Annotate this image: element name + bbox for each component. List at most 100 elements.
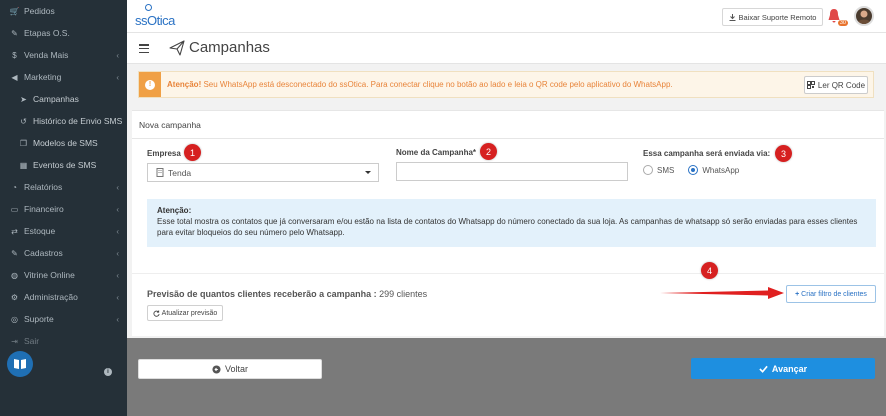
sidebar-item-label: Marketing — [24, 72, 62, 82]
send-via-label: Essa campanha será enviada via: — [643, 149, 771, 158]
sidebar-item-label: Administração — [24, 292, 78, 302]
divider — [132, 273, 884, 274]
read-qr-code-button[interactable]: Ler QR Code — [804, 76, 868, 94]
sidebar-item-etapas-o-s-[interactable]: ✎ Etapas O.S. — [0, 22, 127, 44]
page-header: Campanhas — [127, 33, 886, 64]
arrow-circle-left-icon — [212, 364, 221, 374]
next-button-label: Avançar — [771, 363, 808, 374]
sidebar-item-estoque[interactable]: ⇄ Estoque ‹ — [0, 220, 127, 242]
refresh-preview-button[interactable]: Atualizar previsão — [147, 305, 223, 321]
support-icon: ◎ — [11, 314, 18, 324]
chevron-left-icon: ‹ — [116, 292, 119, 302]
sidebar-item-label: Cadastros — [24, 248, 63, 258]
user-avatar[interactable] — [854, 6, 874, 26]
info-icon[interactable]: i — [104, 368, 112, 376]
paper-plane-icon: ➤ — [20, 94, 27, 104]
sidebar-item-marketing[interactable]: ◀ Marketing ‹ — [0, 66, 127, 88]
alert-message: Seu WhatsApp está desconectado do ssOtic… — [201, 80, 673, 89]
info-text: Esse total mostra os contatos que já con… — [157, 217, 858, 237]
sidebar-item-venda-mais[interactable]: $ Venda Mais ‹ — [0, 44, 127, 66]
sidebar-item-relat-rios[interactable]: ◔ Relatórios ‹ — [0, 176, 127, 198]
preview-label: Previsão de quantos clientes receberão a… — [147, 289, 377, 299]
globe-icon: ◍ — [11, 270, 18, 280]
card-title: Nova campanha — [139, 120, 201, 130]
create-client-filter-button[interactable]: + Criar filtro de clientes — [786, 285, 876, 303]
sidebar-item-administra-o[interactable]: ⚙ Administração ‹ — [0, 286, 127, 308]
sign-out-icon: ⇥ — [11, 336, 18, 346]
chevron-left-icon: ‹ — [116, 182, 119, 192]
app-logo[interactable]: ssOtica — [135, 13, 175, 28]
read-qr-code-label: Ler QR Code — [817, 80, 866, 90]
preview-value: 299 clientes — [376, 289, 428, 299]
cogs-icon: ⚙ — [10, 292, 19, 302]
calendar-icon: ▦ — [19, 160, 28, 170]
sidebar-menu: 🛒 Pedidos ✎ Etapas O.S. $ Venda Mais ‹ ◀ Marketi… — [0, 0, 127, 352]
chevron-left-icon: ‹ — [116, 50, 119, 60]
sidebar-item-label: Financeiro — [24, 204, 64, 214]
dollar-icon: $ — [12, 50, 17, 60]
preview-text: Previsão de quantos clientes receberão a… — [147, 289, 427, 299]
refresh-icon — [153, 309, 160, 317]
sms-radio-label: SMS — [657, 165, 675, 175]
red-arrow-annotation — [660, 287, 784, 299]
notifications-button[interactable]: 30 — [827, 8, 848, 26]
remote-support-button[interactable]: Baixar Suporte Remoto — [722, 8, 823, 26]
alert-icon-box: ! — [139, 72, 161, 97]
help-book-button[interactable] — [7, 351, 33, 377]
sidebar-item-label: Eventos de SMS — [33, 160, 97, 170]
whatsapp-alert: ! Atenção! Seu WhatsApp está desconectad… — [138, 71, 874, 98]
plus-icon: + — [795, 290, 800, 298]
remote-support-label: Baixar Suporte Remoto — [738, 12, 817, 22]
chevron-down-icon — [365, 171, 371, 174]
chevron-left-icon: ‹ — [116, 226, 119, 236]
sidebar-item-suporte[interactable]: ◎ Suporte ‹ — [0, 308, 127, 330]
download-icon — [729, 13, 736, 21]
chevron-left-icon: ‹ — [116, 72, 119, 82]
menu-toggle-icon[interactable] — [139, 44, 149, 54]
chevron-left-icon: ‹ — [116, 248, 119, 258]
campaign-name-input[interactable] — [396, 162, 628, 181]
pie-chart-icon: ◔ — [12, 182, 17, 192]
new-campaign-card: Nova campanha Empresa 1 Tenda Nome da Ca… — [132, 110, 884, 336]
sidebar-item-label: Suporte — [24, 314, 54, 324]
divider — [132, 138, 884, 139]
page-title: Campanhas — [189, 39, 270, 56]
backdrop — [127, 379, 886, 416]
sidebar-item-vitrine-online[interactable]: ◍ Vitrine Online ‹ — [0, 264, 127, 286]
sidebar-item-campanhas[interactable]: ➤ Campanhas — [0, 88, 127, 110]
sidebar-item-sair[interactable]: ⇥ Sair — [0, 330, 127, 352]
chevron-left-icon: ‹ — [116, 204, 119, 214]
sidebar-item-hist-rico-de-envio-sms[interactable]: ↺ Histórico de Envio SMS — [0, 110, 127, 132]
step-marker-3: 3 — [775, 145, 792, 162]
cart-icon: 🛒 — [9, 6, 20, 16]
sidebar-item-label: Vitrine Online — [24, 270, 75, 280]
sidebar-item-eventos-de-sms[interactable]: ▦ Eventos de SMS — [0, 154, 127, 176]
empresa-select[interactable]: Tenda — [147, 163, 379, 182]
empresa-value: Tenda — [168, 167, 192, 178]
sidebar-item-label: Pedidos — [24, 6, 55, 16]
notification-badge: 30 — [837, 20, 848, 26]
sidebar-item-financeiro[interactable]: ▭ Financeiro ‹ — [0, 198, 127, 220]
sms-radio[interactable] — [643, 165, 653, 175]
campaign-modal: ssOtica Baixar Suporte Remoto 30 Campanh… — [127, 0, 886, 338]
step-marker-1: 1 — [184, 144, 201, 161]
next-button[interactable]: Avançar — [691, 358, 875, 379]
whatsapp-radio-label: WhatsApp — [702, 165, 740, 175]
logo-mark — [145, 4, 152, 11]
exchange-icon: ⇄ — [11, 226, 18, 236]
copy-icon: ❐ — [19, 138, 28, 148]
sidebar-item-modelos-de-sms[interactable]: ❐ Modelos de SMS — [0, 132, 127, 154]
paper-plane-icon — [169, 40, 185, 56]
qrcode-icon — [806, 81, 815, 89]
exclamation-icon: ! — [145, 79, 155, 90]
chevron-left-icon: ‹ — [116, 270, 119, 280]
sidebar-item-cadastros[interactable]: ✎ Cadastros ‹ — [0, 242, 127, 264]
sidebar-item-label: Venda Mais — [24, 50, 69, 60]
whatsapp-radio[interactable] — [688, 165, 699, 175]
sidebar-item-label: Modelos de SMS — [33, 138, 98, 148]
sidebar-item-pedidos[interactable]: 🛒 Pedidos — [0, 0, 127, 22]
book-icon — [14, 359, 26, 369]
sidebar-item-label: Etapas O.S. — [24, 28, 70, 38]
back-button[interactable]: Voltar — [138, 359, 322, 379]
sidebar-item-label: Relatórios — [24, 182, 63, 192]
